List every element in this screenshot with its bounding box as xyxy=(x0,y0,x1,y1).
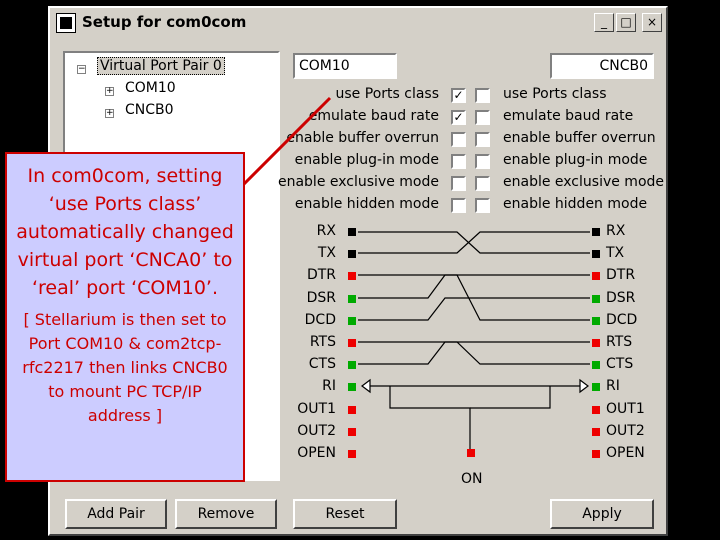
callout-note-text: [ Stellarium is then set to Port COM10 &… xyxy=(22,310,228,425)
annotation-callout: In com0com, setting ‘use Ports class’ au… xyxy=(5,152,245,482)
callout-main-text: In com0com, setting ‘use Ports class’ au… xyxy=(16,165,234,299)
